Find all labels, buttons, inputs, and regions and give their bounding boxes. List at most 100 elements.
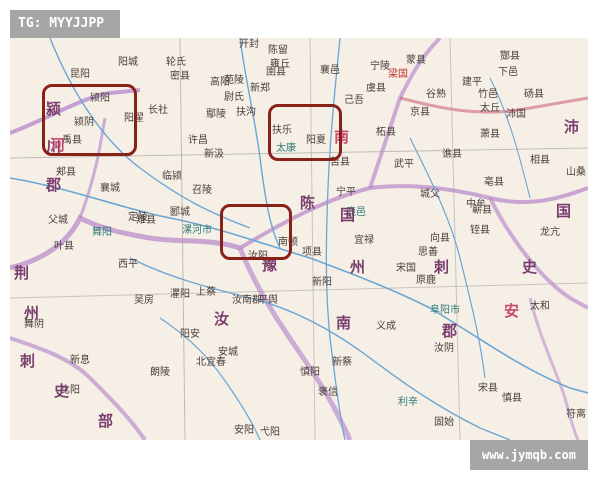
county-label-58: 固始 [434, 417, 454, 428]
county-label-66: 沛国 [506, 109, 526, 120]
region-label-8: 南 [336, 314, 352, 332]
county-label-84: 新息 [70, 355, 90, 366]
county-label-91: 密县 [170, 71, 190, 82]
region-label-12: 安 [504, 302, 520, 320]
county-label-98: 酂县 [500, 51, 520, 62]
region-label-16: 州 [24, 304, 40, 322]
county-label-70: 山桑 [566, 167, 586, 178]
county-label-28: 父城 [48, 215, 68, 226]
region-label-21: 国 [340, 206, 356, 224]
region-label-17: 刺 [20, 352, 36, 370]
county-label-42: 灈阳 [170, 289, 190, 300]
county-label-59: 宁平 [336, 187, 356, 198]
region-label-5: 刺 [434, 258, 450, 276]
county-label-68: 萧县 [480, 129, 500, 140]
county-label-41: 吴房 [134, 295, 154, 306]
highlight-ruyang [220, 204, 292, 260]
county-label-99: 竹邑 [478, 89, 498, 100]
county-label-14: 尉氏 [224, 92, 244, 103]
county-label-65: 亳县 [484, 177, 504, 188]
county-label-49: 褒信 [318, 387, 338, 398]
county-label-6: 下邑 [498, 67, 518, 78]
county-label-81: 慎县 [502, 393, 522, 404]
county-label-47: 慎阳 [300, 367, 320, 378]
county-label-67: 相县 [530, 155, 550, 166]
county-label-46: 朗陵 [150, 367, 170, 378]
county-label-89: 阳城 [118, 57, 138, 68]
county-label-100: 符离 [566, 409, 586, 420]
county-label-69: 砀县 [524, 89, 544, 100]
region-label-15: 荆 [14, 264, 30, 282]
county-label-12: 圉县 [266, 67, 286, 78]
county-label-97: 太丘 [480, 103, 500, 114]
county-label-43: 阳安 [180, 329, 200, 340]
county-label-80: 宋县 [478, 383, 498, 394]
county-label-48: 新蔡 [332, 357, 352, 368]
county-label-53: 宜禄 [354, 235, 374, 246]
county-label-31: 召陵 [192, 185, 212, 196]
county-label-55: 宋国 [396, 263, 416, 274]
county-label-45: 北宜春 [196, 357, 226, 368]
county-label-10: 己吾 [344, 95, 364, 106]
region-label-3: 豫 [262, 256, 278, 274]
region-label-14: 国 [556, 202, 572, 220]
county-label-0: 开封 [239, 39, 259, 50]
county-label-19: 长社 [148, 105, 168, 116]
region-label-7: 汝 [214, 310, 230, 328]
county-label-92: 苑陵 [224, 75, 244, 86]
county-label-73: 铚县 [470, 225, 490, 236]
watermark-top: TG: MYYJJPP [10, 10, 120, 38]
county-label-83: 安阳 [234, 425, 254, 436]
county-label-30: 临颍 [162, 171, 182, 182]
county-label-93: 新郑 [250, 83, 270, 94]
region-label-18: 史 [54, 382, 70, 400]
county-label-88: 昆阳 [70, 69, 90, 80]
county-label-4: 宁陵 [370, 61, 390, 72]
county-label-61: 武平 [394, 159, 414, 170]
county-label-51: 项县 [302, 247, 322, 258]
county-label-54: 新阳 [312, 277, 332, 288]
county-label-75: 思善 [418, 247, 438, 258]
county-label-3: 襄邑 [320, 65, 340, 76]
highlight-yangxia [268, 104, 342, 161]
county-label-76: 义成 [376, 321, 396, 332]
county-label-63: 城父 [420, 189, 440, 200]
region-label-6: 史 [522, 258, 538, 276]
county-label-33: 漯河市 [182, 225, 212, 236]
county-label-96: 建平 [462, 77, 482, 88]
region-label-4: 州 [350, 258, 366, 276]
county-label-82: 弋阳 [260, 427, 280, 438]
county-label-74: 向县 [430, 233, 450, 244]
county-label-56: 汝阴 [434, 343, 454, 354]
county-label-15: 扶沟 [236, 107, 256, 118]
county-label-7: 梁国 [388, 69, 408, 80]
county-label-36: 叶县 [54, 241, 74, 252]
county-label-1: 陈留 [268, 45, 288, 56]
county-label-35: 舞阳 [92, 227, 112, 238]
region-label-9: 郡 [442, 322, 458, 340]
county-label-8: 虞县 [366, 83, 386, 94]
county-label-37: 西平 [118, 259, 138, 270]
county-label-90: 轮氏 [166, 57, 186, 68]
county-label-29: 襄城 [100, 183, 120, 194]
county-label-79: 原鹿 [416, 275, 436, 286]
county-label-11: 柘县 [376, 127, 396, 138]
county-label-94: 中牟 [466, 199, 486, 210]
county-label-32: 郾城 [170, 207, 190, 218]
county-label-95: 京县 [410, 107, 430, 118]
county-label-22: 新汲 [204, 149, 224, 160]
county-label-21: 许昌 [188, 135, 208, 146]
region-label-13: 沛 [564, 118, 580, 136]
county-label-71: 龙亢 [540, 227, 560, 238]
county-label-5: 蒙县 [406, 55, 426, 66]
county-label-78: 利辛 [398, 397, 418, 408]
county-label-87: 雉县 [136, 215, 156, 226]
region-label-20: 陈 [300, 194, 316, 212]
county-label-20: 鄢陵 [206, 109, 226, 120]
county-label-64: 谯县 [442, 149, 462, 160]
watermark-bottom: www.jymqb.com [470, 440, 588, 470]
county-label-77: 太和 [530, 301, 550, 312]
county-label-38: 上蔡 [196, 287, 216, 298]
region-label-19: 部 [98, 412, 114, 430]
county-label-9: 谷熟 [426, 89, 446, 100]
